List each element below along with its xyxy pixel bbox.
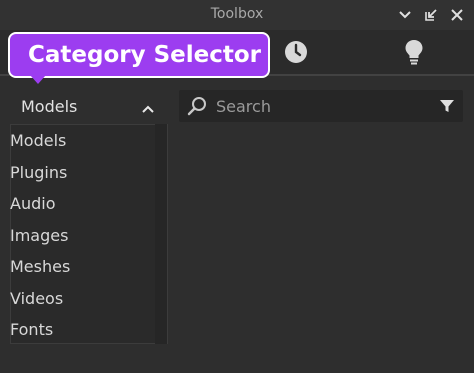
callout-pointer — [30, 75, 46, 84]
search-icon — [187, 96, 207, 120]
category-option-fonts[interactable]: Fonts — [10, 320, 53, 339]
category-option-videos[interactable]: Videos — [10, 289, 63, 308]
category-list-scrollbar[interactable] — [155, 124, 167, 344]
category-option-meshes[interactable]: Meshes — [10, 257, 70, 276]
clock-icon — [284, 40, 308, 68]
filter-icon[interactable] — [439, 98, 455, 118]
category-dropdown[interactable]: Models — [10, 90, 166, 122]
results-area — [170, 124, 474, 373]
search-bar[interactable]: Search — [179, 90, 463, 122]
category-option-plugins[interactable]: Plugins — [10, 163, 67, 182]
chevron-up-icon — [142, 99, 154, 118]
window-titlebar: Toolbox — [0, 0, 474, 30]
lightbulb-icon — [404, 39, 424, 69]
window-controls — [396, 6, 466, 24]
search-placeholder: Search — [216, 97, 271, 116]
category-option-images[interactable]: Images — [10, 226, 68, 245]
chevron-down-icon[interactable] — [396, 6, 414, 24]
category-option-models[interactable]: Models — [10, 131, 66, 150]
callout-label: Category Selector — [28, 42, 262, 68]
category-selector-callout: Category Selector — [8, 32, 270, 78]
undock-icon[interactable] — [422, 6, 440, 24]
tab-creations[interactable] — [400, 40, 428, 68]
category-dropdown-value: Models — [21, 96, 78, 116]
close-icon[interactable] — [448, 6, 466, 24]
category-option-audio[interactable]: Audio — [10, 194, 55, 213]
tab-recent[interactable] — [282, 40, 310, 68]
